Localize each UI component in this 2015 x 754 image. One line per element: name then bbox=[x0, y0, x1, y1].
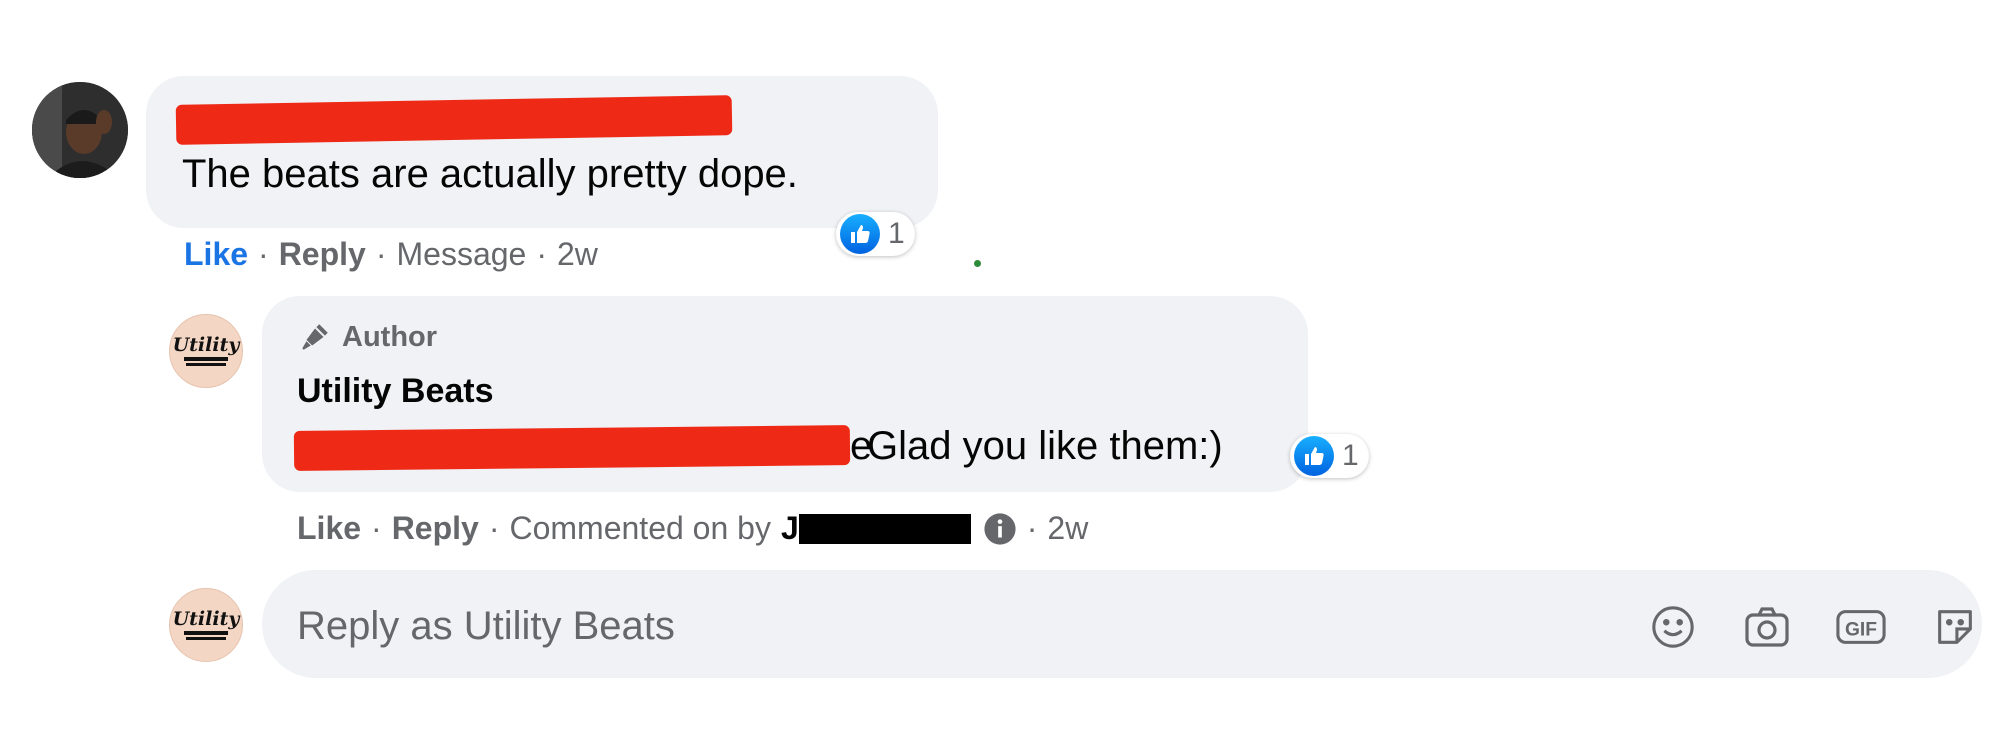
like-reaction-icon bbox=[840, 214, 880, 254]
utility-beats-logo: Utility bbox=[173, 334, 242, 366]
gif-icon[interactable]: GIF bbox=[1836, 602, 1886, 652]
reply-link[interactable]: Reply bbox=[279, 236, 366, 273]
composer-toolbar: GIF bbox=[1648, 602, 1980, 652]
commented-on-by-label: Commented on by bbox=[509, 510, 771, 546]
camera-icon[interactable] bbox=[1742, 602, 1792, 652]
separator-dot: · bbox=[375, 236, 387, 272]
comment-text: The beats are actually pretty dope. bbox=[182, 152, 798, 196]
like-link[interactable]: Like bbox=[297, 510, 361, 547]
separator-dot: · bbox=[536, 236, 547, 272]
reply-link[interactable]: Reply bbox=[392, 510, 479, 547]
comment-reaction-count: 1 bbox=[888, 217, 905, 250]
message-link[interactable]: Message bbox=[396, 236, 526, 273]
reply-text: Glad you like them:) bbox=[867, 424, 1223, 468]
separator-dot: · bbox=[258, 236, 269, 272]
comment-actions: Like · Reply · Message · 2w bbox=[184, 236, 598, 273]
commenter-avatar[interactable] bbox=[32, 82, 128, 178]
page-avatar[interactable]: Utility bbox=[169, 314, 243, 388]
separator-dot: · bbox=[1026, 510, 1038, 546]
composer-avatar: Utility bbox=[169, 588, 243, 662]
reply-timestamp[interactable]: 2w bbox=[1047, 510, 1088, 547]
like-reaction-icon bbox=[1294, 436, 1334, 476]
emoji-icon[interactable] bbox=[1648, 602, 1698, 652]
author-tag-label: Author bbox=[342, 320, 438, 353]
commenter-photo bbox=[32, 82, 128, 178]
sticker-icon[interactable] bbox=[1930, 602, 1980, 652]
redacted-mention bbox=[293, 425, 851, 471]
info-icon[interactable] bbox=[983, 512, 1017, 546]
reply-input-placeholder[interactable]: Reply as Utility Beats bbox=[297, 604, 675, 649]
microphone-icon bbox=[302, 324, 328, 350]
redacted-commenter bbox=[798, 513, 971, 544]
reply-actions: Like · Reply · Commented on by J · 2w bbox=[297, 510, 1088, 547]
svg-text:Utility: Utility bbox=[173, 334, 242, 356]
like-link[interactable]: Like bbox=[184, 236, 248, 273]
comment-timestamp[interactable]: 2w bbox=[557, 236, 598, 273]
svg-text:Utility: Utility bbox=[173, 608, 242, 630]
separator-dot: · bbox=[488, 510, 500, 546]
reply-reaction-badge[interactable]: 1 bbox=[1290, 434, 1369, 478]
commenter-initial[interactable]: J bbox=[781, 510, 799, 547]
reply-author-name[interactable]: Utility Beats bbox=[297, 372, 494, 411]
comment-reaction-badge[interactable]: 1 bbox=[836, 212, 915, 256]
stray-dot bbox=[974, 260, 981, 267]
utility-beats-logo: Utility bbox=[173, 608, 242, 640]
separator-dot: · bbox=[371, 510, 382, 546]
author-badge: Author bbox=[298, 320, 437, 354]
svg-text:GIF: GIF bbox=[1845, 620, 1877, 641]
reply-reaction-count: 1 bbox=[1342, 439, 1359, 472]
